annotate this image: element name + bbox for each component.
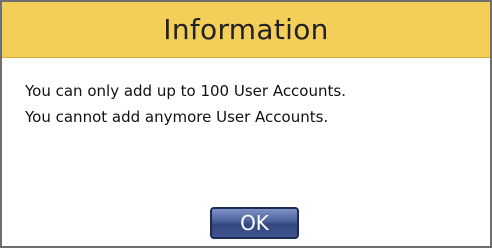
ok-button[interactable]: OK bbox=[210, 207, 299, 239]
dialog-titlebar: Information bbox=[2, 2, 490, 58]
information-dialog: Information You can only add up to 100 U… bbox=[0, 0, 492, 248]
dialog-message: You can only add up to 100 User Accounts… bbox=[25, 78, 475, 130]
dialog-title: Information bbox=[163, 13, 329, 46]
message-line-cannot-add: You cannot add anymore User Accounts. bbox=[25, 108, 329, 126]
message-line-limit: You can only add up to 100 User Accounts… bbox=[25, 82, 346, 100]
